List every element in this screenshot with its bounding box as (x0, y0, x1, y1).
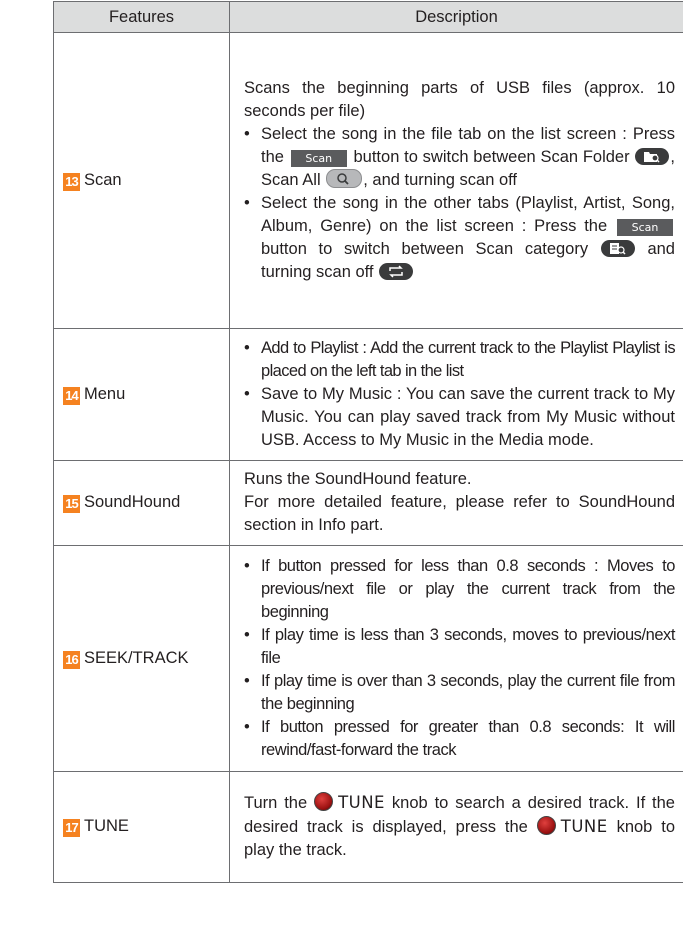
feature-name: TUNE (84, 817, 129, 835)
feature-cell-scan: 13 Scan (53, 32, 230, 329)
scan-category-icon (600, 239, 635, 257)
soundhound-line-1: Runs the SoundHound feature. (244, 470, 472, 488)
header-description: Description (229, 1, 683, 33)
number-badge: 13 (63, 172, 80, 191)
text: knob to search a desired track. If the d… (244, 794, 675, 836)
list-item: If button pressed for greater than 0.8 s… (244, 716, 675, 762)
scan-button: Scan (290, 149, 347, 167)
list-item: If play time is over than 3 seconds, pla… (244, 670, 675, 716)
description-cell-scan: Scans the beginning parts of USB files (… (229, 32, 683, 329)
soundhound-line-2: For more detailed feature, please refer … (244, 493, 675, 534)
tune-knob-icon (314, 792, 334, 811)
scan-button: Scan (617, 218, 674, 236)
feature-cell-menu: 14 Menu (53, 328, 230, 461)
text: , and turning scan off (363, 170, 518, 189)
table-row: 16SEEK/TRACK If button pressed for less … (53, 545, 683, 772)
feature-name: Scan (84, 170, 122, 189)
header-features: Features (53, 1, 230, 33)
scan-off-icon (379, 262, 414, 280)
table-row: 17 TUNE Turn the TUNE knob to search a de… (53, 771, 683, 883)
scan-folder-icon (635, 147, 670, 165)
list-item: Select the song in the other tabs (Playl… (244, 192, 675, 284)
description-cell-menu: Add to Playlist : Add the current track … (229, 328, 683, 461)
tune-label: TUNE (560, 817, 608, 836)
text: button to switch between Scan Folder (353, 147, 630, 166)
scan-all-icon (326, 168, 363, 188)
scan-intro: Scans the beginning parts of USB files (… (244, 78, 675, 120)
table-header-row: Features Description (53, 1, 683, 33)
list-item: Add to Playlist : Add the current track … (244, 337, 676, 383)
list-item: Select the song in the file tab on the l… (244, 123, 675, 192)
feature-cell-tune: 17 TUNE (53, 771, 230, 883)
table-row: 15 SoundHound Runs the SoundHound feature… (53, 460, 683, 546)
description-cell-soundhound: Runs the SoundHound feature. For more de… (229, 460, 683, 546)
feature-name: Menu (84, 384, 126, 403)
feature-cell-seek-track: 16 SEEK/TRACK (53, 545, 230, 772)
table-row: 14Menu Add to Playlist : Add the current… (53, 328, 683, 461)
list-item: Save to My Music : You can save the curr… (244, 383, 675, 452)
text: Turn the (244, 794, 308, 812)
feature-cell-soundhound: 15 SoundHound (53, 460, 230, 546)
feature-name: SEEK/TRACK (84, 648, 189, 667)
number-badge: 14 (63, 386, 80, 405)
number-badge: 16 (63, 650, 80, 669)
number-badge: 17 (63, 819, 80, 837)
number-badge: 15 (63, 495, 80, 513)
feature-name: SoundHound (84, 493, 181, 511)
description-cell-seek-track: If button pressed for less than 0.8 seco… (229, 545, 683, 772)
list-item: If play time is less than 3 seconds, mov… (244, 624, 675, 670)
text: button to switch between Scan category (261, 239, 589, 258)
features-table: Features Description 13 Scan Scans the be… (53, 1, 683, 883)
list-item: If button pressed for less than 0.8 seco… (244, 555, 675, 624)
text: Select the song in the other tabs (Playl… (261, 193, 675, 235)
description-cell-tune: Turn the TUNE knob to search a desired t… (229, 771, 683, 883)
tune-label: TUNE (338, 793, 385, 812)
tune-text: Turn the TUNE knob to search a desired t… (244, 791, 675, 862)
tune-knob-icon (536, 816, 556, 835)
table-row: 13 Scan Scans the beginning parts of USB … (53, 32, 683, 329)
